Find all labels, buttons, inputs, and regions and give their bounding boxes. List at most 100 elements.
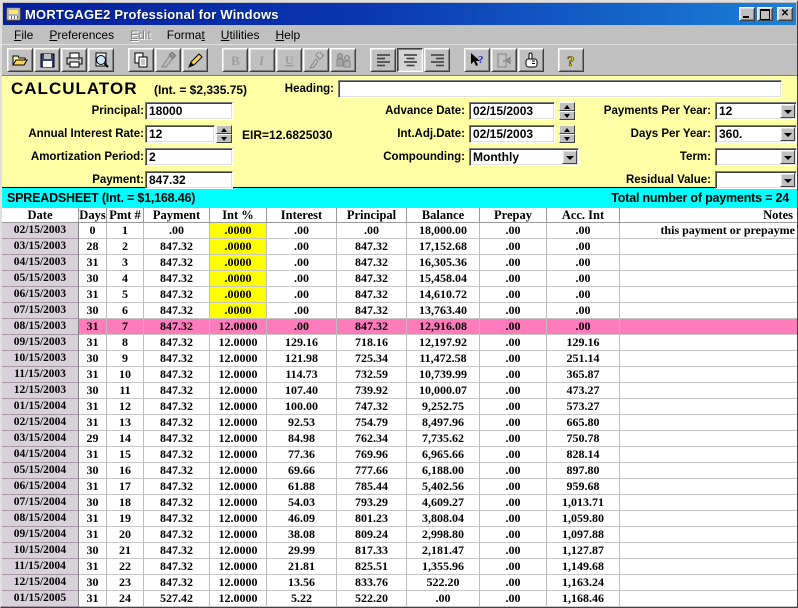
table-row[interactable]: 07/15/2003306847.32.0000.00847.3213,763.… (2, 303, 797, 319)
menu-help[interactable]: Help (267, 26, 308, 44)
annual-interest-rate-spinner[interactable] (216, 125, 232, 143)
cell-balance[interactable]: 10,000.07 (407, 383, 480, 399)
cell-pmt[interactable]: 18 (107, 495, 144, 511)
cell-pmt[interactable]: 20 (107, 527, 144, 543)
cell-payment[interactable]: 847.32 (144, 319, 210, 335)
cell-balance[interactable]: 6,188.00 (407, 463, 480, 479)
cell-interest[interactable]: 114.73 (267, 367, 337, 383)
cell-balance[interactable]: 17,152.68 (407, 239, 480, 255)
cell-date[interactable]: 08/15/2003 (2, 319, 79, 335)
cell-payment[interactable]: 847.32 (144, 303, 210, 319)
table-row[interactable]: 12/15/20043023847.3212.000013.56833.7652… (2, 575, 797, 591)
cell-date[interactable]: 10/15/2004 (2, 543, 79, 559)
cell-pmt[interactable]: 16 (107, 463, 144, 479)
cell-days[interactable]: 31 (79, 335, 107, 351)
cell-interest[interactable]: .00 (267, 255, 337, 271)
cell-date[interactable]: 12/15/2003 (2, 383, 79, 399)
cell-acc-int[interactable]: 251.14 (547, 351, 620, 367)
cell-balance[interactable]: 13,763.40 (407, 303, 480, 319)
cell-pmt[interactable]: 5 (107, 287, 144, 303)
cell-days[interactable]: 31 (79, 367, 107, 383)
cell-int[interactable]: .0000 (210, 223, 267, 239)
cell-date[interactable]: 04/15/2003 (2, 255, 79, 271)
cell-pmt[interactable]: 17 (107, 479, 144, 495)
cell-prepay[interactable]: .00 (480, 575, 547, 591)
cell-pmt[interactable]: 3 (107, 255, 144, 271)
cell-prepay[interactable]: .00 (480, 335, 547, 351)
cell-notes[interactable] (620, 303, 797, 319)
cell-principal[interactable]: 725.34 (337, 351, 407, 367)
residual-value-select[interactable] (715, 171, 797, 189)
cell-int[interactable]: 12.0000 (210, 447, 267, 463)
cell-prepay[interactable]: .00 (480, 559, 547, 575)
cell-date[interactable]: 06/15/2004 (2, 479, 79, 495)
table-row[interactable]: 03/15/20042914847.3212.000084.98762.347,… (2, 431, 797, 447)
cell-pmt[interactable]: 1 (107, 223, 144, 239)
chevron-down-icon[interactable] (562, 150, 577, 164)
cell-acc-int[interactable]: .00 (547, 255, 620, 271)
cell-date[interactable]: 01/15/2004 (2, 399, 79, 415)
cell-acc-int[interactable]: 365.87 (547, 367, 620, 383)
cell-principal[interactable]: 718.16 (337, 335, 407, 351)
cell-balance[interactable]: 16,305.36 (407, 255, 480, 271)
table-row[interactable]: 05/15/20043016847.3212.000069.66777.666,… (2, 463, 797, 479)
cell-prepay[interactable]: .00 (480, 271, 547, 287)
table-row[interactable]: 08/15/20043119847.3212.000046.09801.233,… (2, 511, 797, 527)
cell-int[interactable]: 12.0000 (210, 479, 267, 495)
cell-pmt[interactable]: 21 (107, 543, 144, 559)
cell-balance[interactable]: 7,735.62 (407, 431, 480, 447)
cell-balance[interactable]: 2,181.47 (407, 543, 480, 559)
cell-principal[interactable]: 833.76 (337, 575, 407, 591)
cell-int[interactable]: .0000 (210, 239, 267, 255)
cell-balance[interactable]: 11,472.58 (407, 351, 480, 367)
menu-file[interactable]: File (6, 26, 41, 44)
save-button[interactable] (34, 48, 60, 72)
open-button[interactable] (7, 48, 33, 72)
cell-prepay[interactable]: .00 (480, 415, 547, 431)
cell-days[interactable]: 0 (79, 223, 107, 239)
cell-date[interactable]: 12/15/2004 (2, 575, 79, 591)
cell-prepay[interactable]: .00 (480, 351, 547, 367)
cell-acc-int[interactable]: 750.78 (547, 431, 620, 447)
cell-date[interactable]: 06/15/2003 (2, 287, 79, 303)
cell-notes[interactable] (620, 335, 797, 351)
cell-notes[interactable] (620, 479, 797, 495)
int-adj-date-input[interactable] (469, 125, 555, 143)
cell-date[interactable]: 08/15/2004 (2, 511, 79, 527)
cell-date[interactable]: 11/15/2003 (2, 367, 79, 383)
context-help-button[interactable]: ? (464, 48, 490, 72)
cell-principal[interactable]: 801.23 (337, 511, 407, 527)
maximize-button[interactable] (757, 7, 773, 21)
cell-payment[interactable]: 847.32 (144, 511, 210, 527)
cell-pmt[interactable]: 11 (107, 383, 144, 399)
cell-date[interactable]: 04/15/2004 (2, 447, 79, 463)
cell-pmt[interactable]: 14 (107, 431, 144, 447)
cell-days[interactable]: 30 (79, 303, 107, 319)
cell-date[interactable]: 09/15/2004 (2, 527, 79, 543)
cell-date[interactable]: 01/15/2005 (2, 591, 79, 607)
cell-acc-int[interactable]: .00 (547, 239, 620, 255)
chevron-down-icon[interactable] (780, 104, 795, 118)
cell-notes[interactable] (620, 559, 797, 575)
cell-acc-int[interactable]: 897.80 (547, 463, 620, 479)
cell-acc-int[interactable]: .00 (547, 223, 620, 239)
cell-acc-int[interactable]: .00 (547, 319, 620, 335)
copy-button[interactable] (128, 48, 154, 72)
table-row[interactable]: 02/15/200301.00.0000.00.0018,000.00.00.0… (2, 223, 797, 239)
cell-principal[interactable]: 817.33 (337, 543, 407, 559)
underline-button[interactable]: U (276, 48, 302, 72)
cell-prepay[interactable]: .00 (480, 495, 547, 511)
cell-interest[interactable]: 69.66 (267, 463, 337, 479)
cell-principal[interactable]: 847.32 (337, 271, 407, 287)
cell-days[interactable]: 30 (79, 463, 107, 479)
cell-payment[interactable]: 847.32 (144, 527, 210, 543)
table-row[interactable]: 11/15/20043122847.3212.000021.81825.511,… (2, 559, 797, 575)
cell-int[interactable]: 12.0000 (210, 335, 267, 351)
cell-acc-int[interactable]: 1,059.80 (547, 511, 620, 527)
cell-days[interactable]: 31 (79, 479, 107, 495)
cell-principal[interactable]: 754.79 (337, 415, 407, 431)
cell-int[interactable]: 12.0000 (210, 399, 267, 415)
table-row[interactable]: 03/15/2003282847.32.0000.00847.3217,152.… (2, 239, 797, 255)
cell-days[interactable]: 31 (79, 447, 107, 463)
cell-notes[interactable] (620, 415, 797, 431)
